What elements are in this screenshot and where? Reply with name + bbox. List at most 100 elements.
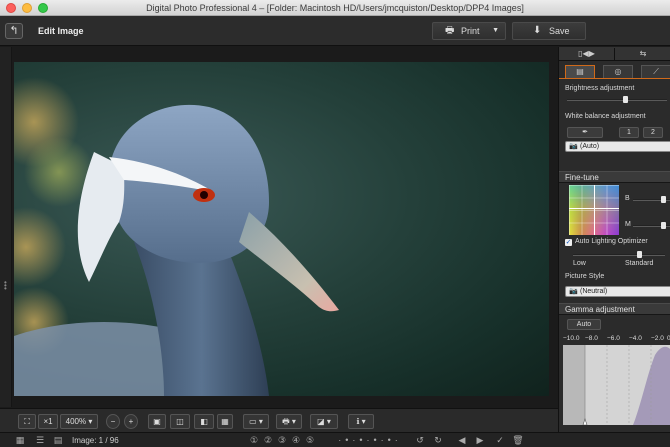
- filmstrip-icon[interactable]: ▤: [52, 435, 64, 446]
- list-view-icon[interactable]: ☰: [34, 435, 46, 446]
- grid-button[interactable]: ▦: [217, 414, 233, 429]
- tool-palette-top-tabs: ▯◀▶ ⇆: [559, 47, 670, 61]
- picture-style-value: (Neutral): [580, 288, 608, 295]
- next-image-icon[interactable]: ▶: [474, 435, 486, 446]
- gamma-tick: −4.0: [629, 335, 642, 342]
- af-point-icon: ▣: [153, 417, 161, 426]
- printer-icon: 🖶: [445, 25, 455, 36]
- gamma-tick: −10.0: [563, 335, 580, 342]
- white-balance-value: (Auto): [580, 143, 600, 150]
- page-title: Edit Image: [38, 26, 84, 36]
- back-button[interactable]: ↰: [5, 23, 23, 39]
- camera-icon: 📷: [569, 143, 578, 150]
- rotate-right-icon[interactable]: ↻: [432, 435, 444, 446]
- printer-small-icon: 🖶 ▾: [282, 417, 296, 426]
- tab-basic[interactable]: ▤: [565, 65, 595, 78]
- fit-screen-icon: ⛶: [24, 417, 30, 426]
- tab-crop[interactable]: ⇆: [615, 48, 670, 60]
- zoom-1x-button[interactable]: ×1: [38, 414, 58, 429]
- wb-preset-1-button[interactable]: 1: [619, 127, 639, 138]
- window-title-bar: Digital Photo Professional 4 – [Folder: …: [0, 0, 670, 16]
- rating-4-icon[interactable]: ④: [290, 435, 302, 446]
- compare-view-button[interactable]: ◫: [170, 414, 190, 429]
- gamma-auto-button[interactable]: Auto: [567, 319, 601, 330]
- left-panel-collapsed: • • •: [0, 47, 12, 407]
- save-button[interactable]: ⬇ Save: [512, 22, 586, 40]
- wb-eyedropper-button[interactable]: ✒: [567, 127, 603, 138]
- gamma-scale: −10.0 −8.0 −6.0 −4.0 −2.0 0: [561, 335, 670, 345]
- rotate-left-icon[interactable]: ↺: [414, 435, 426, 446]
- alo-low-label: Low: [573, 260, 586, 267]
- panel-resize-handle-icon[interactable]: • • •: [4, 279, 7, 293]
- image-preview[interactable]: [14, 62, 549, 396]
- alo-slider-knob[interactable]: [637, 251, 642, 258]
- zoom-out-icon: −: [110, 417, 116, 426]
- gamma-adjustment-header[interactable]: Gamma adjustment: [559, 303, 670, 315]
- highlight-alert-button[interactable]: ◪ ▾: [310, 414, 338, 429]
- save-icon: ⬇: [533, 25, 542, 36]
- zoom-level-select[interactable]: 400% ▾: [60, 414, 98, 429]
- split-view-button[interactable]: ◧: [194, 414, 214, 429]
- print-label: Print: [461, 26, 480, 36]
- rating-1-icon[interactable]: ①: [248, 435, 260, 446]
- gamma-tick: −8.0: [585, 335, 598, 342]
- tab-lens[interactable]: ◎: [603, 65, 633, 78]
- alo-slider-track[interactable]: [573, 254, 665, 256]
- tab-tone-curve[interactable]: ⟋: [641, 65, 670, 78]
- fine-tune-m-knob[interactable]: [661, 222, 666, 229]
- picture-style-select[interactable]: 📷 (Neutral): [565, 286, 670, 297]
- fine-tune-b-label: B: [625, 195, 630, 202]
- tool-palette-sub-tabs: ▤ ◎ ⟋: [559, 63, 670, 79]
- window-title: Digital Photo Professional 4 – [Folder: …: [146, 3, 524, 13]
- display-mode-icon: ▭ ▾: [249, 417, 263, 426]
- brightness-slider-knob[interactable]: [623, 96, 628, 103]
- grid-view-icon[interactable]: ▦: [14, 435, 26, 446]
- tab-basic-adjust[interactable]: ▯◀▶: [559, 48, 615, 60]
- wb-preset-2-button[interactable]: 2: [643, 127, 663, 138]
- alo-standard-label: Standard: [625, 260, 654, 267]
- zoom-in-button[interactable]: +: [124, 414, 138, 429]
- bird-photo: [14, 77, 339, 396]
- fine-tune-b-knob[interactable]: [661, 196, 666, 203]
- back-arrow-icon: ↰: [9, 25, 19, 37]
- trash-icon[interactable]: 🗑: [512, 435, 524, 446]
- image-count: Image: 1 / 96: [72, 436, 119, 445]
- main-toolbar: ↰ Edit Image 🖶 Print ▼ ⬇ Save: [0, 16, 670, 46]
- zoom-1x-label: ×1: [43, 417, 53, 426]
- info-button[interactable]: ℹ ▾: [348, 414, 374, 429]
- brightness-label: Brightness adjustment: [565, 85, 635, 92]
- gamma-tick: −6.0: [607, 335, 620, 342]
- compare-icon: ◫: [176, 417, 184, 426]
- grid-icon: ▦: [221, 417, 229, 426]
- zoom-in-icon: +: [128, 417, 134, 426]
- split-view-icon: ◧: [200, 417, 208, 426]
- af-point-button[interactable]: ▣: [148, 414, 166, 429]
- tool-palette: ▯◀▶ ⇆ ▤ ◎ ⟋ Brightness adjustment White …: [558, 47, 670, 432]
- rating-2-icon[interactable]: ②: [262, 435, 274, 446]
- gamma-tick: −2.0: [651, 335, 664, 342]
- rating-5-icon[interactable]: ⑤: [304, 435, 316, 446]
- fine-tune-header[interactable]: Fine-tune: [559, 171, 670, 183]
- alo-label: Auto Lighting Optimizer: [575, 238, 648, 245]
- gamma-histogram-graph: [563, 345, 670, 425]
- status-bar: ▦ ☰ ▤ Image: 1 / 96 ① ② ③ ④ ⑤ ·•·•·•·•· …: [0, 432, 670, 447]
- brightness-slider-track[interactable]: [567, 99, 667, 101]
- chevron-down-icon[interactable]: ▼: [492, 23, 499, 39]
- camera-icon: 📷: [569, 288, 578, 295]
- print-setting-button[interactable]: 🖶 ▾: [276, 414, 302, 429]
- star-rating-icon[interactable]: ·•·•·•·•·: [330, 435, 410, 446]
- rating-3-icon[interactable]: ③: [276, 435, 288, 446]
- print-button[interactable]: 🖶 Print ▼: [432, 22, 506, 40]
- display-mode-button[interactable]: ▭ ▾: [243, 414, 269, 429]
- info-icon: ℹ ▾: [356, 417, 366, 426]
- white-balance-label: White balance adjustment: [565, 113, 646, 120]
- gamma-histogram[interactable]: [563, 345, 670, 425]
- alo-checkbox[interactable]: ✓: [565, 239, 572, 246]
- white-balance-select[interactable]: 📷 (Auto): [565, 141, 670, 152]
- fine-tune-crosshair-v: [594, 185, 595, 235]
- prev-image-icon[interactable]: ◀: [456, 435, 468, 446]
- image-toolbar: ⛶ ×1 400% ▾ − + ▣ ◫ ◧ ▦ ▭ ▾ 🖶 ▾ ◪ ▾ ℹ ▾: [0, 408, 558, 432]
- fit-screen-button[interactable]: ⛶: [18, 414, 36, 429]
- zoom-out-button[interactable]: −: [106, 414, 120, 429]
- checkmark-icon[interactable]: ✓: [494, 435, 506, 446]
